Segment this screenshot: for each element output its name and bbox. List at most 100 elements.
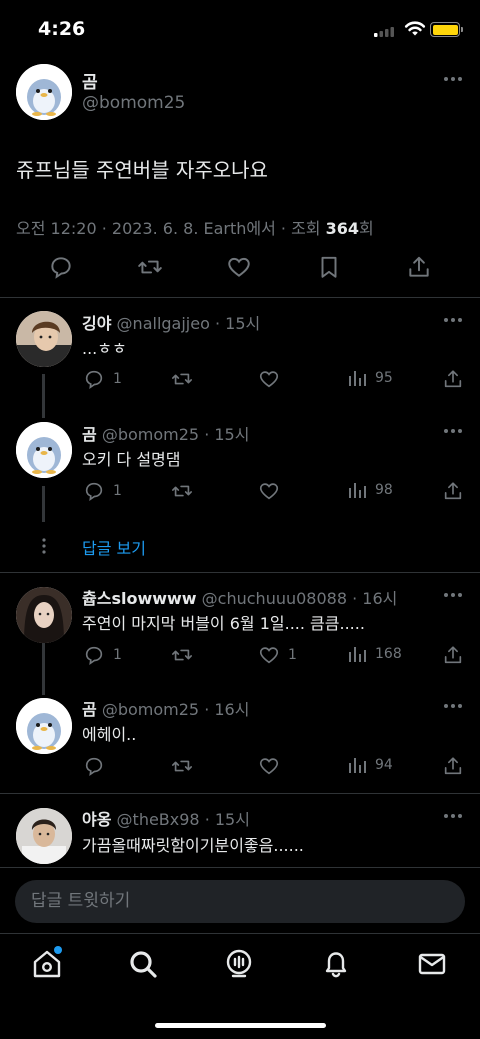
reply-actions: 1 95 (0, 368, 480, 390)
battery-cap (461, 27, 463, 32)
user-photo-avatar-icon (16, 587, 72, 643)
share-action[interactable] (442, 644, 464, 666)
reply-text: ...ㅎㅎ (82, 339, 127, 358)
like-action[interactable] (258, 480, 280, 502)
reply-time: · 15시 (204, 810, 250, 829)
more-options-icon[interactable] (443, 428, 463, 434)
user-photo-avatar-icon (16, 311, 72, 367)
views-action[interactable]: 98 (347, 480, 393, 500)
reply-author-handle[interactable]: @bomom25 (102, 700, 199, 719)
reply-action[interactable]: 1 (83, 644, 122, 666)
more-options-icon[interactable] (443, 703, 463, 709)
retweet-icon (172, 760, 192, 772)
like-action[interactable]: 1 (258, 644, 297, 666)
reply-action[interactable]: 1 (83, 368, 122, 390)
author-name[interactable]: 곰 (82, 68, 98, 93)
reply-header: 깅야 @nallgajjeo · 15시 (82, 310, 260, 334)
reply-author-name[interactable]: 츕스slowwww (82, 589, 197, 608)
thread-line (42, 486, 45, 522)
reply-author-handle[interactable]: @bomom25 (102, 425, 199, 444)
retweet-icon[interactable] (137, 254, 163, 280)
reply-tweet[interactable]: 곰 @bomom25 · 15시 오키 다 설명댐 1 98 (0, 408, 480, 528)
retweet-action[interactable] (171, 480, 193, 502)
reply-count: 1 (113, 483, 122, 499)
share-action[interactable] (442, 480, 464, 502)
avatar[interactable] (16, 587, 72, 643)
tweet-meta: 오전 12:20 · 2023. 6. 8. Earth에서 · 조회 364회 (16, 215, 374, 239)
tab-search[interactable] (127, 948, 159, 980)
like-icon (259, 758, 279, 775)
home-indicator[interactable] (155, 1023, 326, 1028)
avatar[interactable] (16, 311, 72, 367)
views-icon (349, 758, 366, 773)
author-handle[interactable]: @bomom25 (82, 93, 185, 113)
tab-messages[interactable] (416, 948, 448, 980)
reply-text: 에헤이.. (82, 725, 137, 744)
reply-tweet[interactable]: 깅야 @nallgajjeo · 15시 ...ㅎㅎ 1 95 (0, 298, 480, 408)
like-icon[interactable] (226, 254, 252, 280)
share-action[interactable] (442, 755, 464, 777)
share-icon[interactable] (406, 254, 432, 280)
tweet-text: 쥬프님들 주연버블 자주오나요 (16, 158, 268, 182)
tweet-timestamp: 오전 12:20 · 2023. 6. 8. Earth에서 · 조회 (16, 219, 326, 238)
share-action[interactable] (442, 368, 464, 390)
reply-actions: 1 98 (0, 480, 480, 502)
reply-tweet[interactable]: 곰 @bomom25 · 16시 에헤이.. 94 (0, 683, 480, 793)
retweet-action[interactable] (171, 755, 193, 777)
views-action[interactable]: 168 (347, 644, 402, 664)
reply-action[interactable]: 1 (83, 480, 122, 502)
reply-count: 1 (113, 371, 122, 387)
reply-author-name[interactable]: 곰 (82, 700, 97, 719)
like-action[interactable] (258, 368, 280, 390)
views-count: 95 (375, 370, 393, 386)
more-options-icon[interactable] (443, 813, 463, 819)
reply-author-handle[interactable]: @theBx98 (117, 810, 200, 829)
avatar[interactable] (16, 808, 72, 864)
more-options-icon[interactable] (443, 592, 463, 598)
reply-text: 가끔올때짜릿함이기분이좋음...... (82, 836, 304, 855)
reply-input[interactable]: 답글 트윗하기 (15, 880, 465, 923)
avatar[interactable] (16, 422, 72, 478)
like-action[interactable] (258, 755, 280, 777)
views-action[interactable]: 94 (347, 755, 393, 775)
spaces-icon (226, 949, 252, 978)
reply-icon (85, 646, 103, 665)
tab-spaces[interactable] (223, 948, 255, 980)
reply-author-name[interactable]: 곰 (82, 425, 97, 444)
reply-author-name[interactable]: 야옹 (82, 810, 111, 829)
bookmark-icon[interactable] (316, 254, 342, 280)
more-options-icon[interactable] (443, 76, 463, 82)
retweet-action[interactable] (171, 368, 193, 390)
show-replies-link[interactable]: 답글 보기 (82, 535, 146, 559)
reply-text: 주연이 마지막 버블이 6월 1일.... 큼큼..... (82, 614, 365, 633)
cellular-signal-icon (374, 27, 394, 37)
reply-tweet[interactable]: 츕스slowwww @chuchuuu08088 · 16시 주연이 마지막 버… (0, 573, 480, 683)
reply-tweet[interactable]: 야옹 @theBx98 · 15시 가끔올때짜릿함이기분이좋음...... (0, 794, 480, 867)
reply-author-name[interactable]: 깅야 (82, 314, 111, 333)
view-count[interactable]: 364 (326, 219, 359, 238)
tab-home[interactable] (31, 946, 63, 980)
views-icon (349, 483, 366, 498)
reply-icon[interactable] (48, 254, 74, 280)
like-icon (259, 483, 279, 500)
reply-author-handle[interactable]: @chuchuuu08088 (202, 589, 347, 608)
more-options-icon[interactable] (443, 317, 463, 323)
views-action[interactable]: 95 (347, 368, 393, 388)
share-icon (444, 370, 462, 388)
reply-actions: 94 (0, 755, 480, 777)
avatar[interactable] (16, 698, 72, 754)
tweet-actions (0, 254, 480, 284)
share-icon (444, 482, 462, 500)
views-count: 168 (375, 646, 402, 662)
views-count: 94 (375, 757, 393, 773)
avatar[interactable] (16, 64, 72, 120)
like-icon (259, 371, 279, 388)
reply-header: 츕스slowwww @chuchuuu08088 · 16시 (82, 585, 397, 609)
retweet-action[interactable] (171, 644, 193, 666)
view-count-suffix: 회 (359, 219, 374, 238)
tab-notifications[interactable] (320, 948, 352, 980)
reply-action[interactable] (83, 755, 105, 777)
reply-author-handle[interactable]: @nallgajjeo (117, 314, 210, 333)
reply-icon (85, 757, 103, 776)
reply-header: 곰 @bomom25 · 15시 (82, 421, 249, 445)
